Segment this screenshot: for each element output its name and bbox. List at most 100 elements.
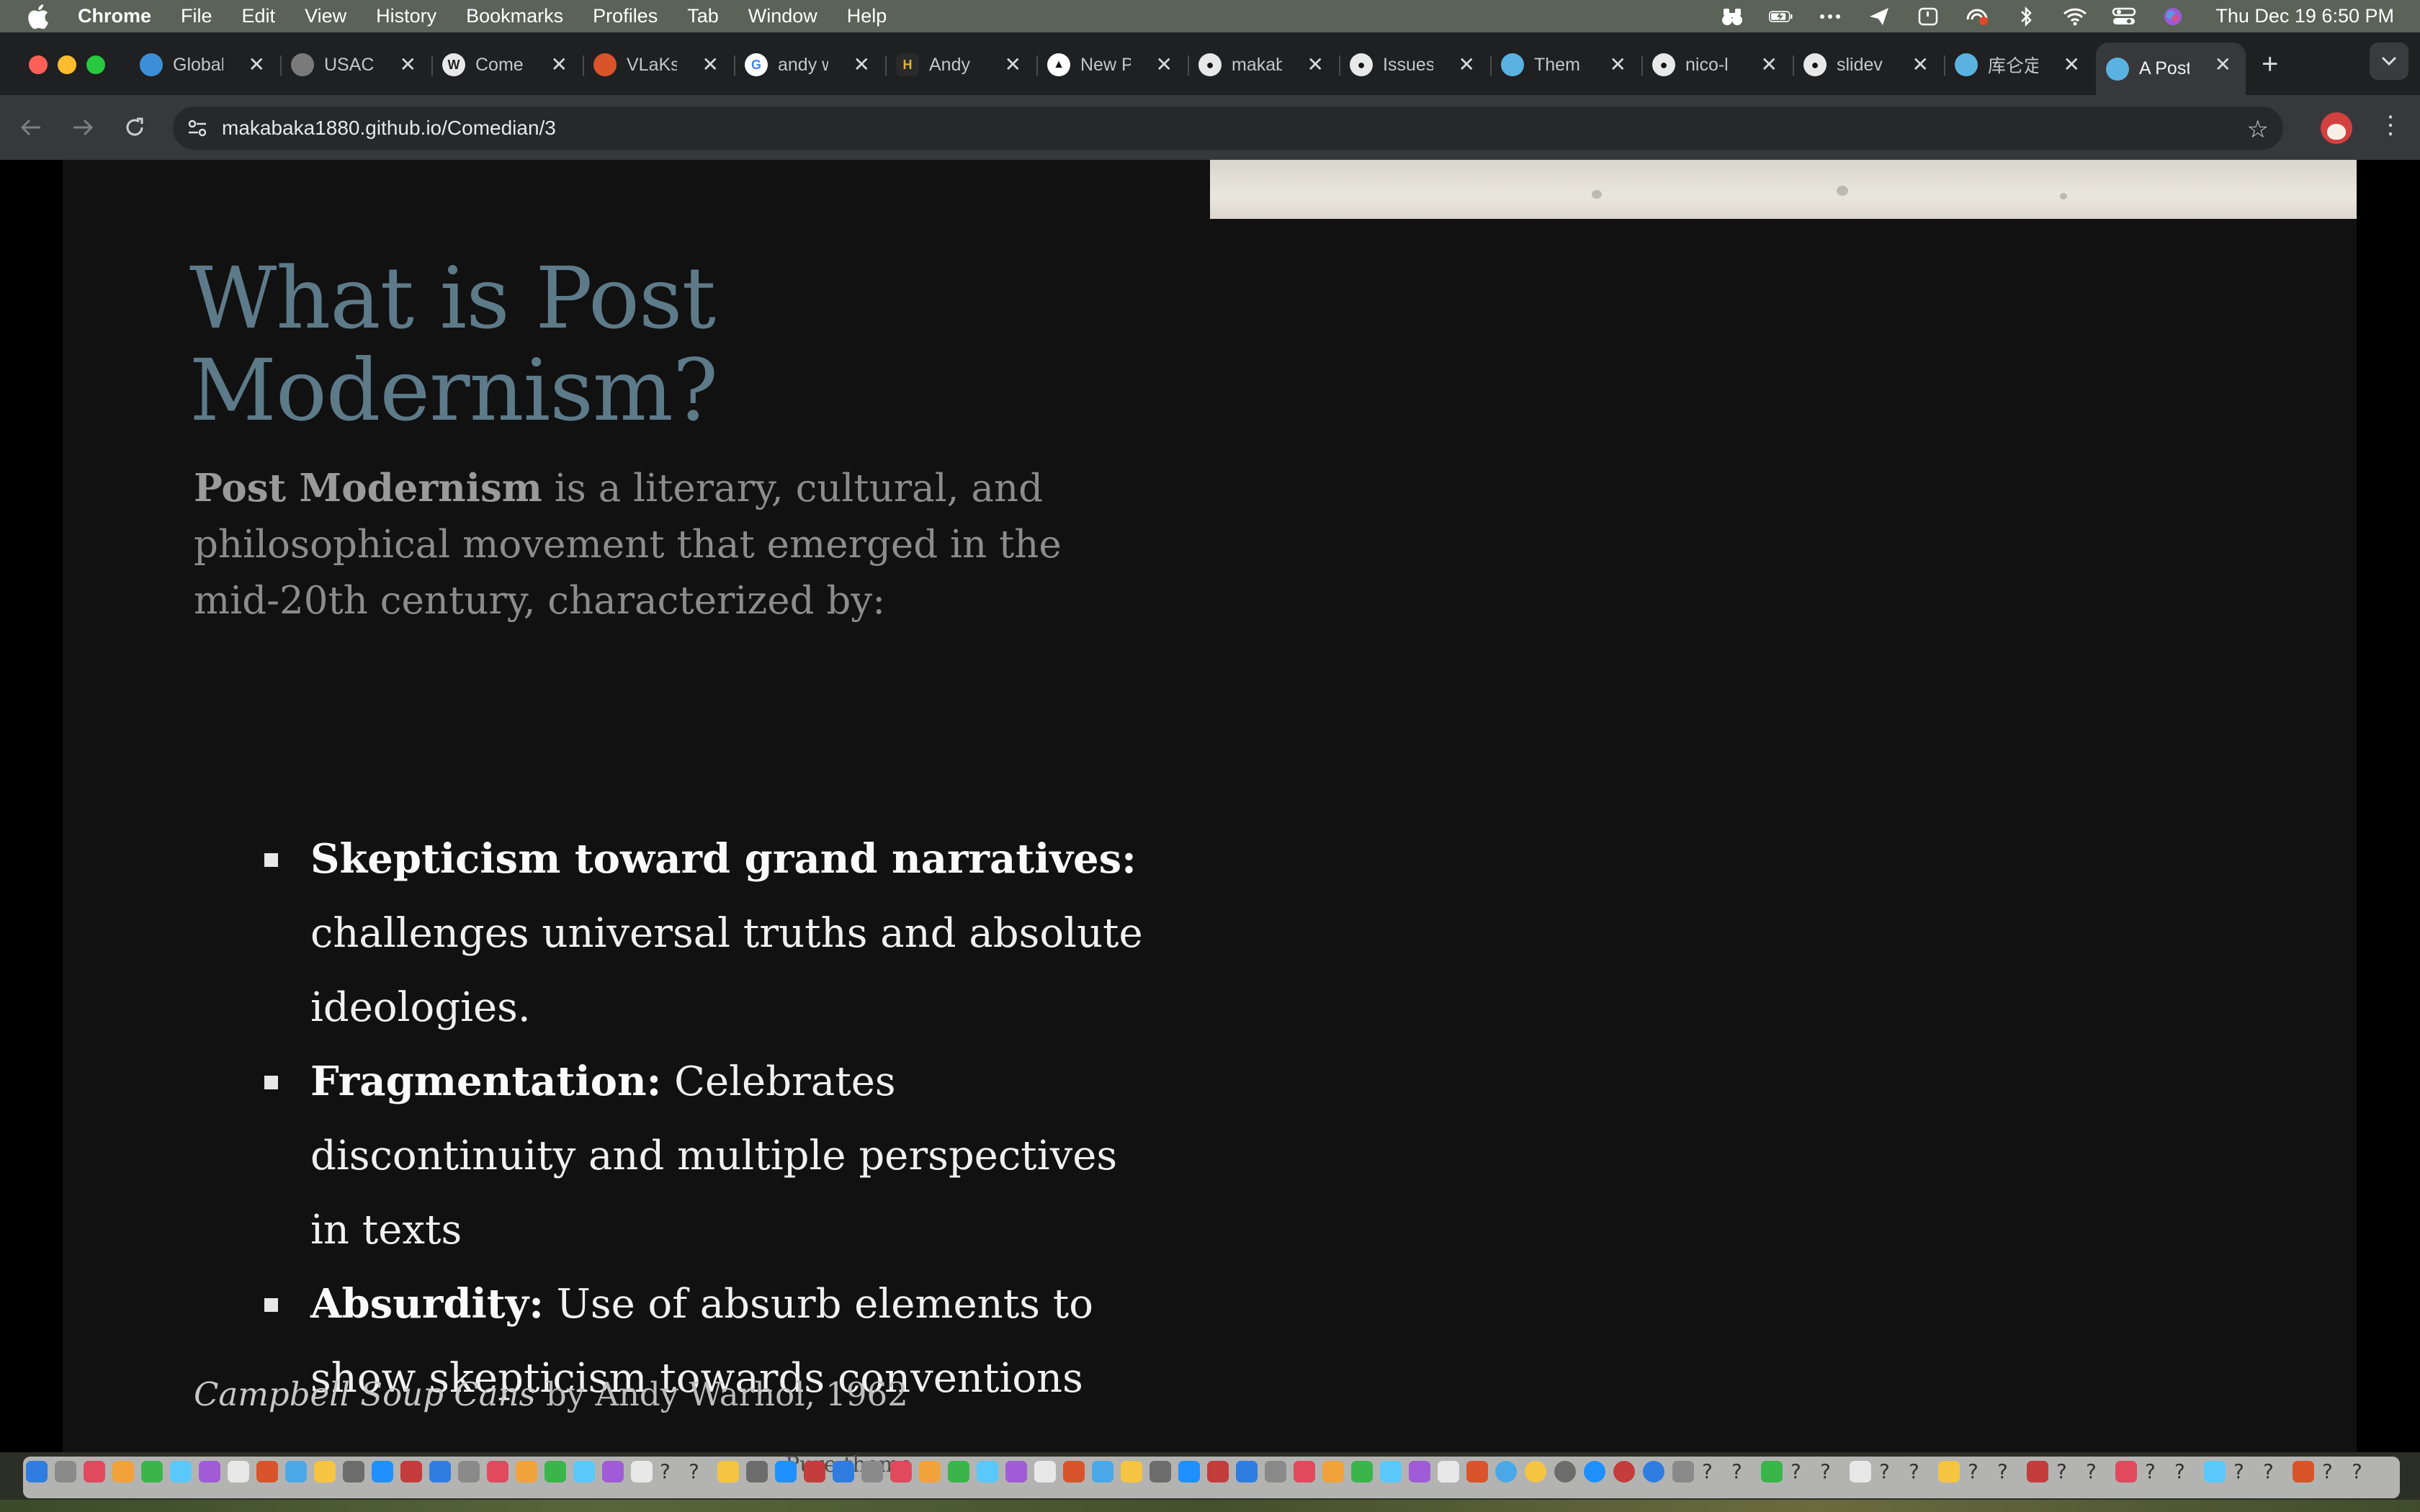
dock-app-icon[interactable] xyxy=(487,1461,508,1482)
dock-app-icon[interactable] xyxy=(1672,1461,1694,1482)
close-icon[interactable]: ✕ xyxy=(2063,53,2080,76)
dock-app-icon[interactable] xyxy=(84,1461,105,1482)
dock-app-icon[interactable] xyxy=(1643,1461,1664,1482)
dock-app-icon[interactable] xyxy=(1554,1461,1576,1482)
dock-app-icon[interactable] xyxy=(400,1461,422,1482)
dock-unknown-app-icon[interactable]: ? xyxy=(1968,1459,1978,1483)
wifi-icon[interactable] xyxy=(2063,6,2087,27)
tab-andy[interactable]: H Andy ✕ xyxy=(886,44,1036,86)
dock-app-icon[interactable] xyxy=(1034,1461,1056,1482)
sidecar-icon[interactable] xyxy=(1916,6,1940,27)
dock-app-icon[interactable] xyxy=(285,1461,307,1482)
dock-app-icon[interactable] xyxy=(833,1461,854,1482)
tab-makabaka-github[interactable]: ● makab ✕ xyxy=(1188,44,1338,86)
menu-window[interactable]: Window xyxy=(748,5,817,27)
dock-app-icon[interactable] xyxy=(1294,1461,1315,1482)
dock-unknown-app-icon[interactable]: ? xyxy=(2145,1459,2156,1483)
close-icon[interactable]: ✕ xyxy=(551,53,568,76)
close-icon[interactable]: ✕ xyxy=(2215,53,2231,76)
dock-app-icon[interactable] xyxy=(631,1461,653,1482)
clock[interactable]: Thu Dec 19 6:50 PM xyxy=(2215,5,2394,27)
tab-come[interactable]: W Come ✕ xyxy=(432,44,582,86)
dock-app-icon[interactable] xyxy=(717,1461,739,1482)
dock-app-icon[interactable] xyxy=(372,1461,393,1482)
dock-app-icon[interactable] xyxy=(1005,1461,1027,1482)
dock-app-icon[interactable] xyxy=(1409,1461,1430,1482)
binoculars-icon[interactable] xyxy=(1720,6,1744,27)
dock-app-icon[interactable] xyxy=(1380,1461,1402,1482)
dock-app-icon[interactable] xyxy=(343,1461,364,1482)
dock-app-icon[interactable] xyxy=(948,1461,969,1482)
dock-app-icon[interactable] xyxy=(26,1461,48,1482)
dock-app-icon[interactable] xyxy=(1761,1461,1783,1482)
dock-app-icon[interactable] xyxy=(890,1461,912,1482)
battery-icon[interactable] xyxy=(1769,6,1793,27)
tab-issues[interactable]: ● Issues ✕ xyxy=(1340,44,1489,86)
dock-unknown-app-icon[interactable]: ? xyxy=(2322,1459,2333,1483)
dock-app-icon[interactable] xyxy=(2115,1461,2137,1482)
profile-avatar[interactable] xyxy=(2321,112,2352,144)
close-icon[interactable]: ✕ xyxy=(1761,53,1778,76)
dock-app-icon[interactable] xyxy=(1938,1461,1960,1482)
back-button[interactable] xyxy=(16,112,46,143)
dock-app-icon[interactable] xyxy=(429,1461,451,1482)
dock-app-icon[interactable] xyxy=(256,1461,278,1482)
dock-app-icon[interactable] xyxy=(458,1461,480,1482)
dock-app-icon[interactable] xyxy=(1495,1461,1517,1482)
more-menu-icon[interactable]: ⋮ xyxy=(2378,111,2403,140)
close-icon[interactable]: ✕ xyxy=(248,53,265,76)
menu-tab[interactable]: Tab xyxy=(687,5,719,27)
control-center-icon[interactable] xyxy=(2112,6,2136,27)
dock-app-icon[interactable] xyxy=(1438,1461,1459,1482)
dock-unknown-app-icon[interactable]: ? xyxy=(1997,1459,2008,1483)
tab-global[interactable]: Global ✕ xyxy=(130,44,279,86)
close-icon[interactable]: ✕ xyxy=(1610,53,1626,76)
menu-view[interactable]: View xyxy=(305,5,346,27)
dock-app-icon[interactable] xyxy=(1525,1461,1546,1482)
dock-app-icon[interactable] xyxy=(2293,1461,2314,1482)
dock-unknown-app-icon[interactable]: ? xyxy=(2174,1459,2185,1483)
dock-app-icon[interactable] xyxy=(775,1461,797,1482)
dock-app-icon[interactable] xyxy=(2027,1461,2048,1482)
dock-unknown-app-icon[interactable]: ? xyxy=(2263,1459,2274,1483)
dock-unknown-app-icon[interactable]: ? xyxy=(1909,1459,1919,1483)
reload-button[interactable] xyxy=(120,112,150,143)
dock-app-icon[interactable] xyxy=(861,1461,883,1482)
site-settings-icon[interactable] xyxy=(182,112,213,144)
dock-app-icon[interactable] xyxy=(1207,1461,1229,1482)
bluetooth-icon[interactable] xyxy=(2014,6,2038,27)
minimize-window-button[interactable] xyxy=(58,55,76,74)
close-icon[interactable]: ✕ xyxy=(1156,53,1173,76)
dock-app-icon[interactable] xyxy=(804,1461,825,1482)
menu-bookmarks[interactable]: Bookmarks xyxy=(466,5,563,27)
close-icon[interactable]: ✕ xyxy=(1307,53,1324,76)
dock-app-icon[interactable] xyxy=(1613,1461,1635,1482)
close-icon[interactable]: ✕ xyxy=(1005,53,1021,76)
dock-app-icon[interactable] xyxy=(977,1461,998,1482)
dock-app-icon[interactable] xyxy=(544,1461,566,1482)
dock-app-icon[interactable] xyxy=(1322,1461,1344,1482)
dock-app-icon[interactable] xyxy=(1121,1461,1142,1482)
address-bar[interactable]: makabaka1880.github.io/Comedian/3 ☆ xyxy=(173,107,2283,150)
menu-file[interactable]: File xyxy=(181,5,212,27)
dock-unknown-app-icon[interactable]: ? xyxy=(2233,1459,2244,1483)
new-tab-button[interactable]: + xyxy=(2262,48,2278,81)
tab-new-p[interactable]: ▲ New P ✕ xyxy=(1037,44,1187,86)
tab-search-button[interactable] xyxy=(2370,42,2408,80)
tab-a-post-active[interactable]: A Post ✕ xyxy=(2096,42,2246,95)
dock-unknown-app-icon[interactable]: ? xyxy=(2056,1459,2067,1483)
tab-usaco[interactable]: USACO ✕ xyxy=(281,44,431,86)
close-icon[interactable]: ✕ xyxy=(1912,53,1929,76)
dock-app-icon[interactable] xyxy=(602,1461,624,1482)
tab-nico[interactable]: ● nico-l ✕ xyxy=(1642,44,1792,86)
dock-unknown-app-icon[interactable]: ? xyxy=(1791,1459,1801,1483)
dock-app-icon[interactable] xyxy=(1265,1461,1286,1482)
menu-edit[interactable]: Edit xyxy=(242,5,276,27)
close-window-button[interactable] xyxy=(29,55,48,74)
close-icon[interactable]: ✕ xyxy=(400,53,416,76)
send-icon[interactable] xyxy=(1867,6,1891,27)
dock-app-icon[interactable] xyxy=(1850,1461,1871,1482)
dock-app-icon[interactable] xyxy=(1092,1461,1113,1482)
dock-app-icon[interactable] xyxy=(141,1461,163,1482)
dock-app-icon[interactable] xyxy=(516,1461,537,1482)
